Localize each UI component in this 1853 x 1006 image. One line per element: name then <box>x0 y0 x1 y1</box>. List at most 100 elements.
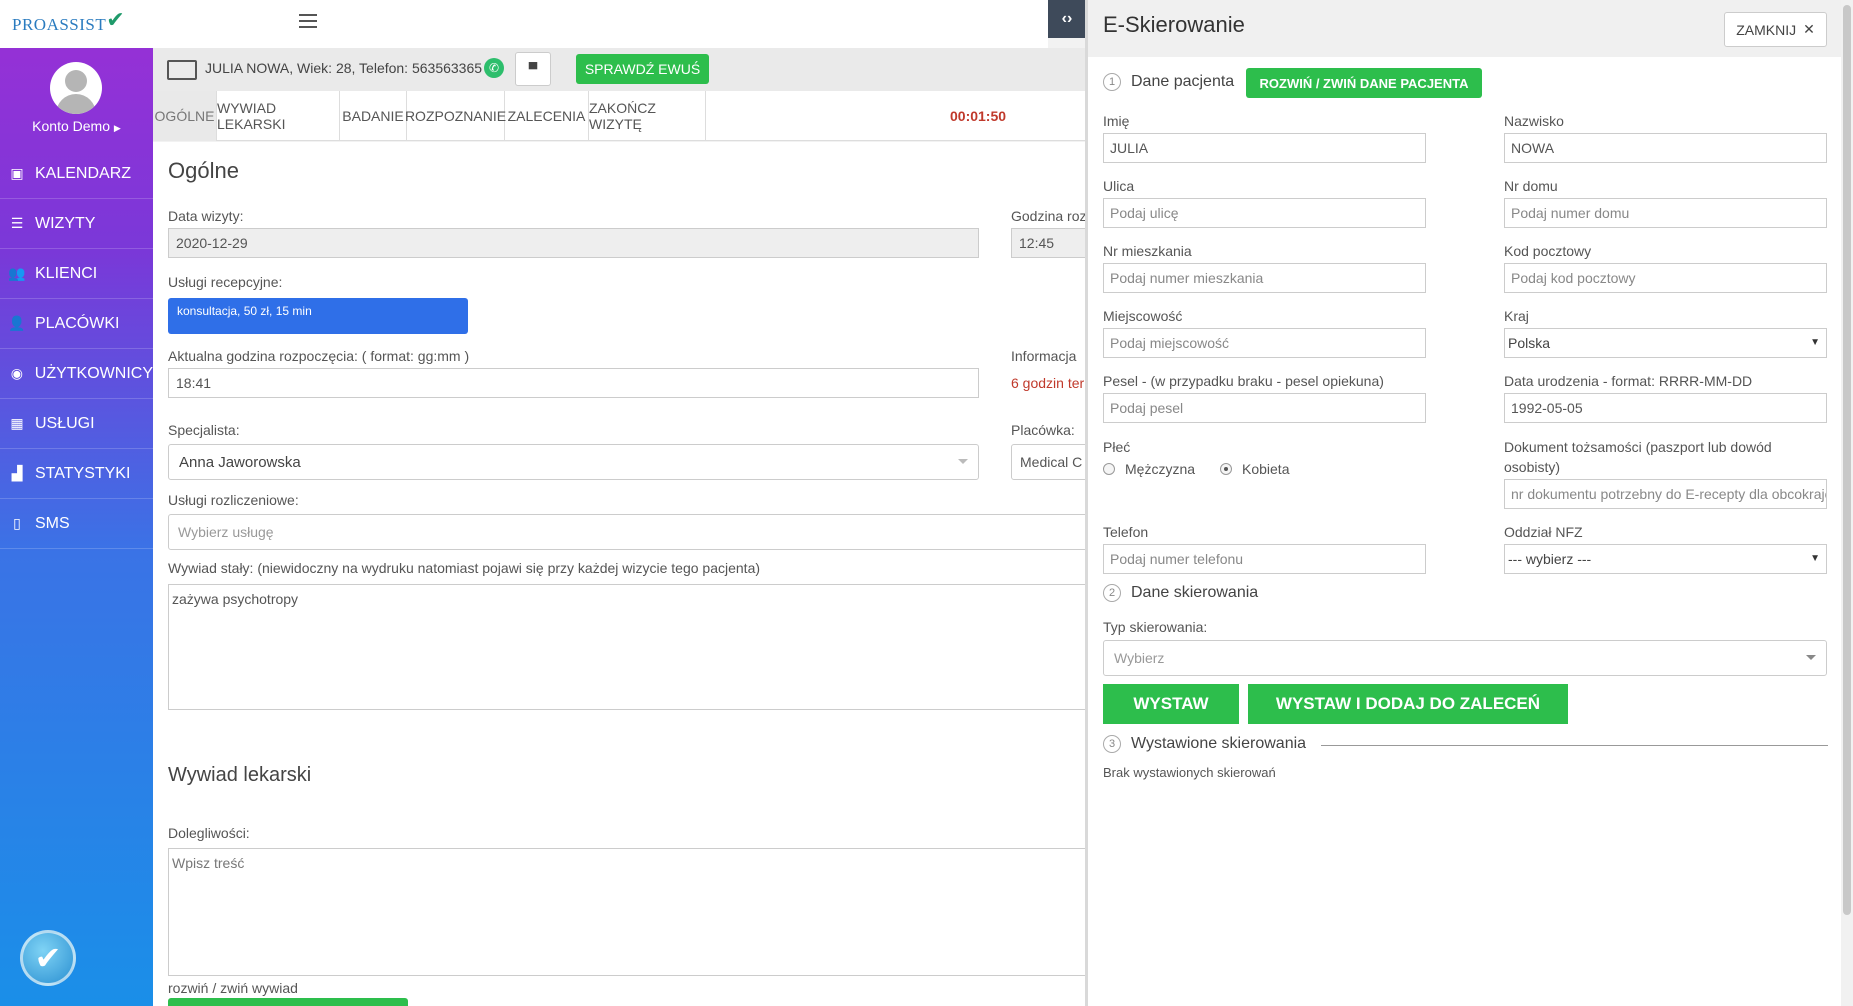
radio-label: Mężczyzna <box>1125 461 1196 477</box>
avatar[interactable] <box>50 62 102 114</box>
nfz-branch-select[interactable]: --- wybierz --- ▼ <box>1504 544 1827 574</box>
info-warning: 6 godzin ter <box>1011 375 1085 391</box>
calendar-icon: ▣ <box>10 165 24 181</box>
first-name-label: Imię <box>1103 113 1130 129</box>
step-referral-data: 2 Dane skierowania <box>1103 584 1258 602</box>
city-field[interactable]: Podaj miejscowość <box>1103 328 1426 358</box>
referral-type-select[interactable]: Wybierz <box>1103 640 1827 676</box>
scrollbar-thumb[interactable] <box>1843 5 1851 915</box>
close-icon: ✕ <box>1803 21 1815 37</box>
tab-zakoncz-wizyte[interactable]: ZAKOŃCZ WIZYTĘ <box>589 91 706 141</box>
close-button[interactable]: ZAMKNIJ ✕ <box>1724 12 1827 47</box>
specialist-label: Specjalista: <box>168 422 240 438</box>
phone-field[interactable]: Podaj numer telefonu <box>1103 544 1426 574</box>
nav-item-klienci[interactable]: 👥 KLIENCI <box>0 249 153 299</box>
checkmark-icon: ✔ <box>106 7 126 32</box>
chat-badge-icon[interactable]: ✔ <box>20 930 76 986</box>
nav-item-wizyty[interactable]: ☰ WIZYTY <box>0 199 153 249</box>
radio-icon <box>1103 463 1115 475</box>
country-select[interactable]: Polska ▼ <box>1504 328 1827 358</box>
permanent-history-textarea[interactable]: zażywa psychotropy <box>168 584 1085 710</box>
account-menu[interactable]: Konto Demo ▶ <box>0 118 153 134</box>
street-label: Ulica <box>1103 178 1135 194</box>
mobile-icon: ▯ <box>13 515 21 531</box>
user-circle-icon: ◉ <box>10 365 23 381</box>
divider <box>1321 745 1828 746</box>
complaints-textarea[interactable]: Wpisz treść <box>168 848 1085 976</box>
city-label: Miejscowość <box>1103 308 1183 324</box>
step-number: 1 <box>1103 73 1121 91</box>
referral-type-label: Typ skierowania: <box>1103 619 1208 635</box>
tab-zalecenia[interactable]: ZALECENIA <box>505 91 589 141</box>
user-plus-icon: 👤 <box>8 315 26 331</box>
specialist-select[interactable]: Anna Jaworowska <box>168 444 979 480</box>
comment-button[interactable]: ▀ <box>515 52 551 86</box>
list-icon: ☰ <box>10 215 24 231</box>
tab-rozpoznanie[interactable]: ROZPOZNANIE <box>405 91 506 141</box>
sex-radio-female[interactable]: Kobieta <box>1220 461 1289 477</box>
facility-select[interactable]: Medical C <box>1011 444 1085 480</box>
actual-start-field[interactable]: 18:41 <box>168 368 979 398</box>
scrollbar[interactable] <box>1841 0 1853 1006</box>
caret-right-icon: ▶ <box>113 123 121 133</box>
nav-item-statystyki[interactable]: ▟ STATYSTYKI <box>0 449 153 499</box>
nav-item-uzytkownicy[interactable]: ◉ UŻYTKOWNICY <box>0 349 153 399</box>
phone-icon[interactable]: ✆ <box>484 58 504 78</box>
step-label: Dane pacjenta <box>1131 73 1235 90</box>
patient-bar: JULIA NOWA, Wiek: 28, Telefon: 563563365… <box>153 48 1085 91</box>
hamburger-icon[interactable] <box>299 14 317 28</box>
country-label: Kraj <box>1504 308 1529 324</box>
nav-label: UŻYTKOWNICY <box>34 364 153 382</box>
nav-item-kalendarz[interactable]: ▣ KALENDARZ <box>0 149 153 199</box>
code-toggle-button[interactable]: ‹› <box>1048 0 1086 38</box>
first-name-field[interactable]: JULIA <box>1103 133 1426 163</box>
billing-services-select[interactable]: Wybierz usługę <box>168 514 1085 550</box>
nav-label: KLIENCI <box>35 264 98 282</box>
nav-item-placowki[interactable]: 👤 PLACÓWKI <box>0 299 153 349</box>
users-icon: 👥 <box>8 265 26 281</box>
street-field[interactable]: Podaj ulicę <box>1103 198 1426 228</box>
nav-item-sms[interactable]: ▯ SMS <box>0 499 153 549</box>
nav-label: STATYSTYKI <box>35 464 131 482</box>
step-issued-referrals: 3 Wystawione skierowania <box>1103 735 1306 753</box>
check-ewus-button[interactable]: SPRAWDŹ EWUŚ <box>576 54 709 84</box>
tab-badanie[interactable]: BADANIE <box>340 91 407 141</box>
panel-header: E-Skierowanie ZAMKNIJ ✕ <box>1088 0 1841 57</box>
complaints-label: Dolegliwości: <box>168 825 250 841</box>
last-name-field[interactable]: NOWA <box>1504 133 1827 163</box>
nav-label: PLACÓWKI <box>35 314 120 332</box>
toggle-history-button[interactable] <box>168 998 408 1006</box>
billing-services-label: Usługi rozliczeniowe: <box>168 492 299 508</box>
id-document-field[interactable]: nr dokumentu potrzebny do E-recepty dla … <box>1504 479 1827 509</box>
birth-date-field[interactable]: 1992-05-05 <box>1504 393 1827 423</box>
visit-date-field[interactable]: 2020-12-29 <box>168 228 979 258</box>
toggle-patient-data-button[interactable]: ROZWIŃ / ZWIŃ DANE PACJENTA <box>1246 68 1482 98</box>
logo[interactable]: PROASSIST✔ <box>12 7 126 36</box>
step-patient-data: 1 Dane pacjenta <box>1103 73 1234 91</box>
nav-item-uslugi[interactable]: ▦ USŁUGI <box>0 399 153 449</box>
visit-timer: 00:01:50 <box>950 108 1007 124</box>
tab-ogolne[interactable]: OGÓLNE <box>153 91 217 141</box>
start-time-field[interactable]: 12:45 <box>1011 228 1085 258</box>
caret-down-icon: ▼ <box>1810 337 1820 348</box>
sex-radio-male[interactable]: Mężczyzna <box>1103 461 1195 477</box>
pesel-field[interactable]: Podaj pesel <box>1103 393 1426 423</box>
chevron-down-icon <box>958 459 968 464</box>
issue-and-add-button[interactable]: WYSTAW I DODAJ DO ZALECEŃ <box>1248 684 1568 724</box>
tab-wywiad-lekarski[interactable]: WYWIAD LEKARSKI <box>217 91 340 141</box>
issue-button[interactable]: WYSTAW <box>1103 684 1239 724</box>
apartment-field[interactable]: Podaj numer mieszkania <box>1103 263 1426 293</box>
pesel-label: Pesel - (w przypadku braku - pesel opiek… <box>1103 373 1384 389</box>
chevron-down-icon <box>1806 655 1816 660</box>
house-no-label: Nr domu <box>1504 178 1558 194</box>
main-content: Ogólne Data wizyty: 2020-12-29 Godzina r… <box>153 142 1085 1006</box>
medical-history-title: Wywiad lekarski <box>168 764 312 786</box>
postal-code-label: Kod pocztowy <box>1504 243 1592 259</box>
reception-service-pill[interactable]: konsultacja, 50 zł, 15 min <box>168 298 468 334</box>
grid-icon: ▦ <box>10 415 24 431</box>
step-label: Wystawione skierowania <box>1131 735 1307 752</box>
id-card-icon <box>167 60 197 80</box>
postal-code-field[interactable]: Podaj kod pocztowy <box>1504 263 1827 293</box>
house-no-field[interactable]: Podaj numer domu <box>1504 198 1827 228</box>
visit-tabs: OGÓLNE WYWIAD LEKARSKI BADANIE ROZPOZNAN… <box>153 91 1085 141</box>
